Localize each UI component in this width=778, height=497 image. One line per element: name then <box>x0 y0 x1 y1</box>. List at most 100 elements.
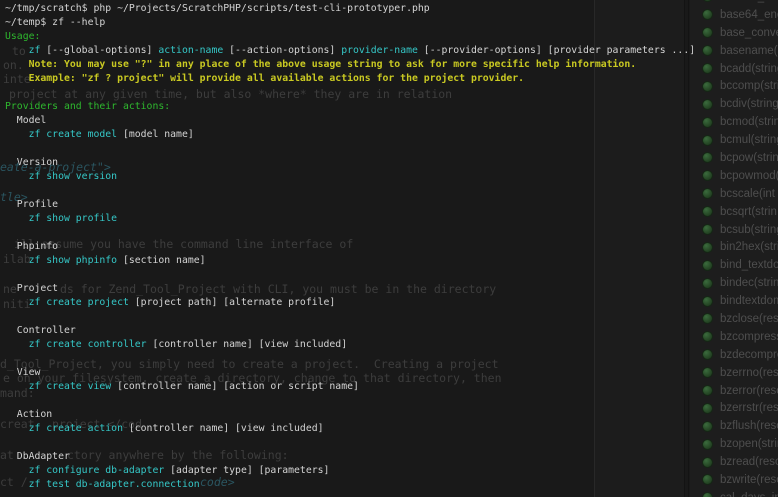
function-list: base64_d base64_enc base_conver basename(st… <box>690 0 778 497</box>
editor-right-strip <box>595 0 684 497</box>
function-list-item-label: bcsub(string <box>720 224 778 236</box>
editor-faded-text: code> <box>200 475 235 490</box>
function-list-item[interactable]: bzdecompre <box>690 346 778 364</box>
function-list-item-label: bcpowmod(s <box>720 170 778 182</box>
function-list-item-label: bzwrite(reso <box>720 474 778 486</box>
editor-faded-text: creat <box>0 417 35 432</box>
function-list-item[interactable]: bzerror(reso <box>690 382 778 400</box>
editor-faded-text: inte <box>3 72 31 87</box>
function-bullet-icon <box>702 331 713 342</box>
function-list-item[interactable]: bcpow(strin <box>690 149 778 167</box>
function-bullet-icon <box>702 403 713 414</box>
function-list-item-label: base_conver <box>720 27 778 39</box>
function-list-item-label: bzcompress <box>720 331 778 343</box>
function-list-item-label: bcsqrt(strin <box>720 206 777 218</box>
function-list-item[interactable]: bzcompress <box>690 328 778 346</box>
function-list-item-label: bind_textdo <box>720 259 778 271</box>
function-list-item[interactable]: bindtextdom <box>690 292 778 310</box>
function-list-item[interactable]: bcadd(string <box>690 60 778 78</box>
editor-faded-text: niti <box>3 297 31 312</box>
editor-faded-text: ctory anywhere by the following: <box>67 448 289 463</box>
function-list-item[interactable]: bzwrite(reso <box>690 471 778 489</box>
function-list-item[interactable]: bcmul(string <box>690 131 778 149</box>
function-bullet-icon <box>702 492 713 497</box>
function-list-item[interactable]: bzerrno(reso <box>690 364 778 382</box>
function-list-item-label: bindec(strin <box>720 277 778 289</box>
function-list-item[interactable]: bzopen(strin <box>690 435 778 453</box>
function-list-item-label: bin2hex(stri <box>720 241 778 253</box>
editor-faded-text: ds for Zend_Tool_Project with CLI, you m… <box>60 282 496 297</box>
function-bullet-icon <box>702 474 713 485</box>
function-bullet-icon <box>702 45 713 56</box>
editor-faded-text: project </cod <box>52 417 142 432</box>
function-list-item-label: basename(st <box>720 45 778 57</box>
function-bullet-icon <box>702 313 713 324</box>
function-list-item[interactable]: bindec(strin <box>690 274 778 292</box>
function-bullet-icon <box>702 296 713 307</box>
function-list-item[interactable]: bind_textdo <box>690 256 778 274</box>
panel-gutter-line-1 <box>684 0 685 497</box>
function-list-item[interactable]: bccomp(stri <box>690 77 778 95</box>
function-bullet-icon <box>702 224 713 235</box>
editor-faded-text: tle> <box>0 190 28 205</box>
function-list-item[interactable]: bin2hex(stri <box>690 238 778 256</box>
screen: toon.inteproject at any given time, but … <box>0 0 778 497</box>
editor-faded-text: ct / <box>0 475 28 490</box>
function-list-item[interactable]: basename(st <box>690 42 778 60</box>
function-list-item[interactable]: bcmod(strin <box>690 113 778 131</box>
function-bullet-icon <box>702 152 713 163</box>
editor-background-layer: toon.inteproject at any given time, but … <box>0 0 778 497</box>
function-bullet-icon <box>702 242 713 253</box>
function-list-item[interactable]: cal_days_in <box>690 489 778 497</box>
function-list-item[interactable]: bzflush(reso <box>690 417 778 435</box>
editor-faded-text: ill assume you have the command line int… <box>14 237 353 252</box>
editor-faded-text: at <box>0 448 14 463</box>
function-bullet-icon <box>702 385 713 396</box>
function-list-item-label: bzflush(reso <box>720 420 778 432</box>
function-bullet-icon <box>702 0 713 2</box>
function-list-item-label: bcmod(strin <box>720 116 778 128</box>
function-list-item[interactable]: base64_enc <box>690 6 778 24</box>
function-bullet-icon <box>702 206 713 217</box>
function-list-item-label: cal_days_in <box>720 492 778 497</box>
function-list-item-label: bzdecompre <box>720 349 778 361</box>
function-list-item[interactable]: base_conver <box>690 24 778 42</box>
function-list-item-label: bzread(reso <box>720 456 778 468</box>
function-bullet-icon <box>702 260 713 271</box>
editor-faded-text: ne <box>3 282 17 297</box>
function-list-item[interactable]: bcsqrt(strin <box>690 203 778 221</box>
editor-faded-text: on. <box>3 58 24 73</box>
editor-faded-text: mand: <box>0 386 35 401</box>
function-bullet-icon <box>702 63 713 74</box>
function-bullet-icon <box>702 170 713 181</box>
function-list-item[interactable]: bcsub(string <box>690 221 778 239</box>
function-list-item-label: bzerror(reso <box>720 385 778 397</box>
function-bullet-icon <box>702 367 713 378</box>
function-list-item-label: bcdiv(string <box>720 98 778 110</box>
function-list-item-label: bcmul(string <box>720 134 778 146</box>
function-bullet-icon <box>702 9 713 20</box>
function-list-item-label: bzerrstr(res <box>720 402 778 414</box>
function-list-item[interactable]: bcscale(int $ <box>690 185 778 203</box>
editor-faded-text: to <box>12 44 26 59</box>
function-bullet-icon <box>702 349 713 360</box>
function-bullet-icon <box>702 188 713 199</box>
function-bullet-icon <box>702 457 713 468</box>
function-bullet-icon <box>702 27 713 38</box>
function-list-item-label: bcscale(int $ <box>720 188 778 200</box>
function-list-item[interactable]: bzclose(reso <box>690 310 778 328</box>
function-list-item[interactable]: bzerrstr(res <box>690 399 778 417</box>
editor-faded-text: project at any given time, but also *whe… <box>9 87 452 102</box>
function-list-item-label: base64_d <box>720 0 771 3</box>
function-bullet-icon <box>702 439 713 450</box>
function-list-item-label: bzerrno(reso <box>720 367 778 379</box>
function-list-item[interactable]: bzread(reso <box>690 453 778 471</box>
function-list-item[interactable]: bcpowmod(s <box>690 167 778 185</box>
function-list-item-label: base64_enc <box>720 9 778 21</box>
function-list-item-label: bindtextdom <box>720 295 778 307</box>
function-list-item[interactable]: bcdiv(string <box>690 95 778 113</box>
function-bullet-icon <box>702 421 713 432</box>
function-bullet-icon <box>702 278 713 289</box>
function-list-item-label: bccomp(stri <box>720 80 778 92</box>
editor-faded-text: eate-a-project"> <box>0 160 111 175</box>
